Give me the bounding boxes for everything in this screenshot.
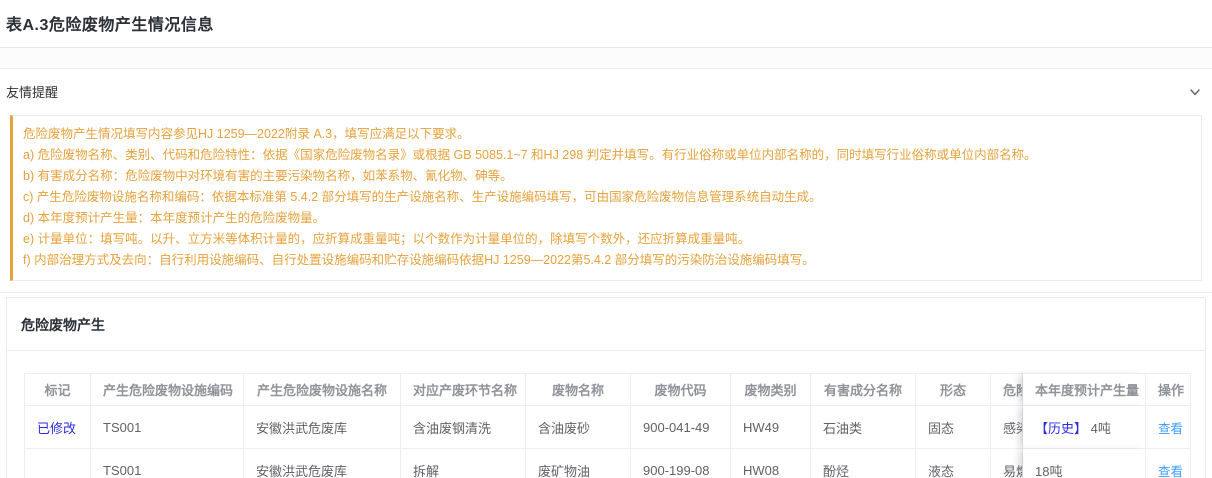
col-header-harmful-component: 有害成分名称 — [811, 373, 916, 406]
notice-line-d: d) 本年度预计产生量：本年度预计产生的危险废物量。 — [23, 208, 1189, 229]
header-spacer — [0, 48, 1212, 69]
notice-line-f: f) 内部治理方式及去向：自行利用设施编码、自行处置设施编码和贮存设施编码依据H… — [23, 250, 1189, 271]
section-title: 危险废物产生 — [7, 298, 1205, 350]
cell-waste-name: 含油废砂 — [526, 406, 631, 449]
chevron-down-icon[interactable] — [1188, 85, 1202, 99]
cell-form: 液态 — [916, 449, 991, 478]
waste-table: 标记 产生危险废物设施编码 产生危险废物设施名称 对应产废环节名称 废物名称 废… — [24, 373, 1191, 478]
reminder-collapse-header[interactable]: 友情提醒 — [0, 69, 1212, 113]
cell-waste-code: 900-041-49 — [631, 406, 731, 449]
col-header-process: 对应产废环节名称 — [401, 373, 526, 406]
cell-facility-code: TS001 — [91, 449, 244, 478]
section-divider — [7, 350, 1205, 351]
cell-facility-name: 安徽洪武危废库 — [244, 406, 401, 449]
page-header: 表A.3危险废物产生情况信息 — [0, 0, 1212, 48]
cell-actions: 查看 — [1146, 449, 1191, 478]
notice-line-intro: 危险废物产生情况填写内容参见HJ 1259—2022附录 A.3，填写应满足以下… — [23, 124, 1189, 145]
view-link[interactable]: 查看 — [1158, 465, 1183, 478]
notice-line-e: e) 计量单位：填写吨。以升、立方米等体积计量的，应折算成重量吨；以个数作为计量… — [23, 229, 1189, 250]
notice-line-b: b) 有害成分名称：危险废物中对环境有害的主要污染物名称，如苯系物、氰化物、砷等… — [23, 166, 1189, 187]
table-row: TS001 安徽洪武危废库 拆解 废矿物油 900-199-08 HW08 酚烃… — [24, 449, 1191, 478]
waste-generation-card: 危险废物产生 标记 产生危险废物设施编码 产生危险废物设施名称 对应产废环节名称… — [6, 297, 1206, 478]
cell-mark — [24, 449, 91, 478]
cell-annual-quantity: 【历史】 4吨 — [1023, 406, 1146, 449]
cell-waste-code: 900-199-08 — [631, 449, 731, 478]
cell-hazard: 感染性 — [991, 406, 1023, 449]
cell-facility-name: 安徽洪武危废库 — [244, 449, 401, 478]
waste-table-wrap: 标记 产生危险废物设施编码 产生危险废物设施名称 对应产废环节名称 废物名称 废… — [24, 373, 1205, 478]
cell-mark: 已修改 — [24, 406, 91, 449]
reminder-title: 友情提醒 — [6, 82, 58, 101]
cell-form: 固态 — [916, 406, 991, 449]
cell-process: 含油废钢清洗 — [401, 406, 526, 449]
col-header-mark: 标记 — [24, 373, 91, 406]
col-header-waste-name: 废物名称 — [526, 373, 631, 406]
cell-waste-category: HW49 — [731, 406, 811, 449]
cell-waste-category: HW08 — [731, 449, 811, 478]
col-header-hazard: 危险特性 — [991, 373, 1023, 406]
table-row: 已修改 TS001 安徽洪武危废库 含油废钢清洗 含油废砂 900-041-49… — [24, 406, 1191, 449]
history-badge: 【历史】 — [1035, 421, 1087, 436]
table-header-row: 标记 产生危险废物设施编码 产生危险废物设施名称 对应产废环节名称 废物名称 废… — [24, 373, 1191, 406]
cell-waste-name: 废矿物油 — [526, 449, 631, 478]
cell-actions: 查看 — [1146, 406, 1191, 449]
view-link[interactable]: 查看 — [1158, 422, 1183, 436]
notice-line-a: a) 危险废物名称、类别、代码和危险特性：依据《国家危险废物名录》或根据 GB … — [23, 145, 1189, 166]
cell-hazard: 易燃性 — [991, 449, 1023, 478]
col-header-actions: 操作 — [1146, 373, 1191, 406]
col-header-form: 形态 — [916, 373, 991, 406]
cell-harmful-component: 石油类 — [811, 406, 916, 449]
col-header-facility-name: 产生危险废物设施名称 — [244, 373, 401, 406]
col-header-facility-code: 产生危险废物设施编码 — [91, 373, 244, 406]
cell-harmful-component: 酚烃 — [811, 449, 916, 478]
col-header-annual-quantity: 本年度预计产生量 — [1023, 373, 1146, 406]
quantity-value: 18吨 — [1035, 464, 1062, 478]
cell-process: 拆解 — [401, 449, 526, 478]
cell-facility-code: TS001 — [91, 406, 244, 449]
col-header-waste-category: 废物类别 — [731, 373, 811, 406]
page-title: 表A.3危险废物产生情况信息 — [6, 11, 1206, 35]
cell-annual-quantity: 18吨 — [1023, 449, 1146, 478]
reminder-notice-box: 危险废物产生情况填写内容参见HJ 1259—2022附录 A.3，填写应满足以下… — [10, 115, 1202, 281]
quantity-value: 4吨 — [1087, 421, 1111, 436]
notice-line-c: c) 产生危险废物设施名称和编码：依据本标准第 5.4.2 部分填写的生产设施名… — [23, 187, 1189, 208]
reminder-panel: 友情提醒 危险废物产生情况填写内容参见HJ 1259—2022附录 A.3，填写… — [0, 69, 1212, 293]
col-header-waste-code: 废物代码 — [631, 373, 731, 406]
